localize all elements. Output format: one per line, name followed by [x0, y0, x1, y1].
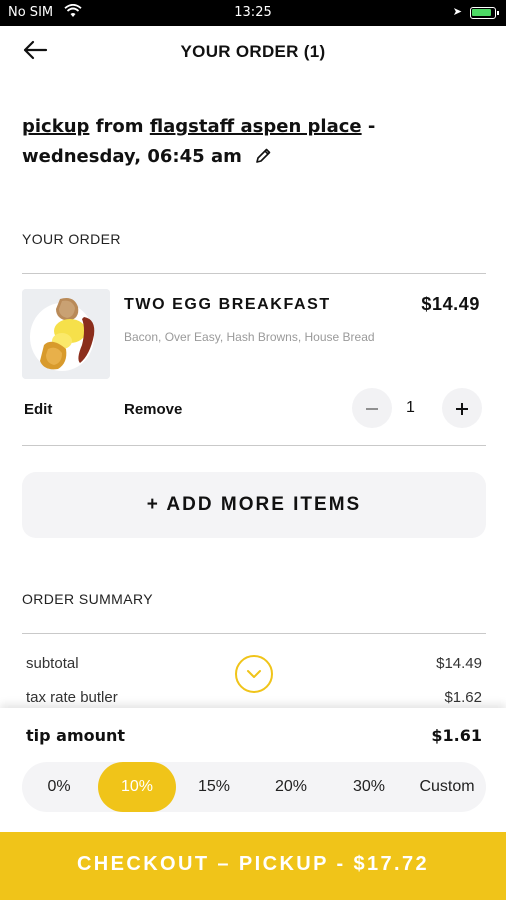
- tip-option-10[interactable]: 10%: [98, 762, 176, 812]
- your-order-label: YOUR ORDER: [22, 231, 121, 247]
- remove-item-button[interactable]: Remove: [124, 401, 182, 418]
- tip-value: $1.61: [431, 726, 482, 745]
- divider: [22, 445, 486, 446]
- order-summary-label: ORDER SUMMARY: [22, 591, 153, 607]
- chevron-down-icon: [247, 670, 261, 678]
- tip-option-0[interactable]: 0%: [22, 762, 96, 812]
- item-price: $14.49: [421, 294, 480, 314]
- tip-selector: 0% 10% 15% 20% 30% Custom: [22, 762, 486, 812]
- quantity-value: 1: [406, 399, 415, 416]
- add-more-items-button[interactable]: + ADD MORE ITEMS: [22, 472, 486, 538]
- battery-icon: [470, 7, 499, 19]
- pickup-info: pickup from flagstaff aspen place - wedn…: [22, 112, 482, 175]
- location-arrow-icon: ➤: [452, 5, 462, 18]
- divider: [22, 273, 486, 274]
- pickup-mode-link[interactable]: pickup: [22, 116, 89, 137]
- subtotal-value: $14.49: [436, 655, 482, 672]
- tip-option-15[interactable]: 15%: [176, 762, 252, 812]
- decrease-quantity-button[interactable]: [352, 388, 392, 428]
- divider: [22, 633, 486, 634]
- tip-option-custom[interactable]: Custom: [408, 762, 486, 812]
- battery-level: [472, 9, 491, 16]
- tip-option-30[interactable]: 30%: [330, 762, 408, 812]
- pickup-location-link[interactable]: flagstaff aspen place: [150, 116, 362, 137]
- tax-label: tax rate butler: [26, 689, 118, 706]
- pencil-icon[interactable]: [254, 145, 272, 175]
- item-name: TWO EGG BREAKFAST: [124, 296, 331, 313]
- increase-quantity-button[interactable]: [442, 388, 482, 428]
- minus-icon: [366, 408, 378, 410]
- item-modifiers: Bacon, Over Easy, Hash Browns, House Bre…: [124, 330, 375, 344]
- pickup-separator: -: [361, 116, 376, 137]
- tip-label: tip amount: [26, 726, 126, 745]
- page-title: YOUR ORDER (1): [180, 42, 326, 61]
- clock: 13:25: [234, 5, 272, 20]
- item-image: [22, 289, 110, 379]
- pickup-datetime: wednesday, 06:45 am: [22, 146, 242, 167]
- subtotal-label: subtotal: [26, 655, 79, 672]
- checkout-button[interactable]: CHECKOUT – PICKUP - $17.72: [0, 832, 506, 900]
- edit-item-button[interactable]: Edit: [24, 401, 52, 418]
- pickup-from-label: from: [95, 116, 144, 137]
- plus-icon: [456, 403, 468, 416]
- tax-value: $1.62: [444, 689, 482, 706]
- header: YOUR ORDER (1): [0, 26, 506, 78]
- expand-summary-button[interactable]: [235, 655, 273, 693]
- tip-option-20[interactable]: 20%: [252, 762, 330, 812]
- status-bar: No SIM 13:25 ➤: [0, 0, 506, 26]
